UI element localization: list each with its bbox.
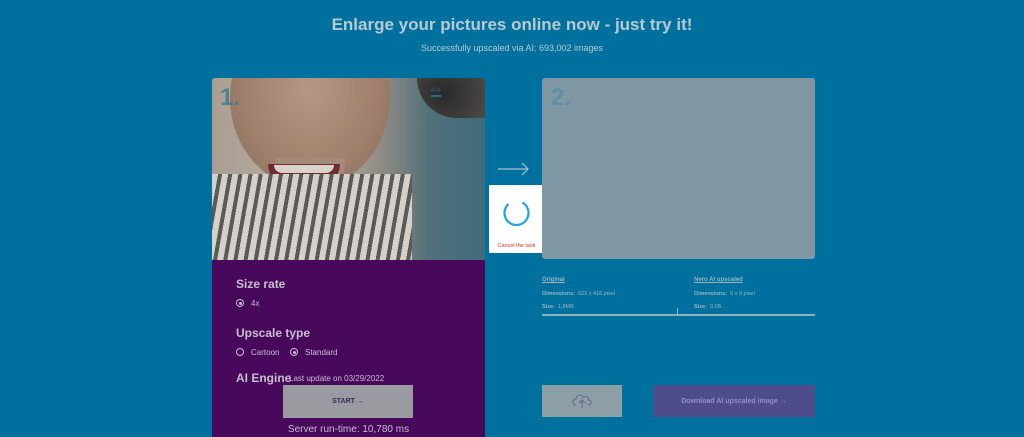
- photo-shirt: [212, 174, 412, 260]
- size-rate-4x-label: 4x: [251, 299, 260, 308]
- upscale-cartoon-label: Cartoon: [251, 348, 280, 357]
- upscaled-size: Size: 0.0B: [694, 304, 722, 310]
- loading-spinner-icon: [503, 199, 530, 227]
- size-rate-label: Size rate: [236, 277, 286, 291]
- comparison-slider-track[interactable]: [542, 314, 815, 316]
- source-photo: 1. 4x4: [212, 78, 485, 260]
- cancel-task-link[interactable]: Cancel the task: [489, 243, 544, 249]
- progress-dialog: Cancel the task: [489, 185, 544, 253]
- ai-engine-label: AI Engine: [236, 371, 292, 385]
- server-runtime: Server run-time: 10,780 ms: [287, 424, 410, 435]
- source-image-card: 1. 4x4 Size rate 4x Upscale type Cartoon…: [212, 78, 485, 437]
- photo-zoom-label[interactable]: 4x4: [431, 88, 441, 97]
- cloud-upload-icon: [572, 394, 592, 408]
- original-dimensions: Dimensions: 629 x 416 pixel: [542, 291, 616, 297]
- upscaled-dimensions: Dimensions: 0 x 0 pixel: [694, 291, 755, 297]
- upscale-counter: Successfully upscaled via AI: 693,002 im…: [420, 43, 604, 53]
- original-info-title: Original: [542, 277, 565, 283]
- original-size: Size: 1,8MB: [542, 304, 574, 310]
- photo-hair: [417, 78, 485, 118]
- step-number-1: 1.: [220, 84, 241, 111]
- start-button[interactable]: START →: [283, 385, 413, 418]
- upscale-cartoon-radio[interactable]: [236, 348, 244, 356]
- ai-engine-update: Last update on 03/29/2022: [289, 374, 385, 383]
- page-headline: Enlarge your pictures online now - just …: [331, 15, 693, 34]
- upload-button[interactable]: [542, 385, 622, 417]
- settings-panel: Size rate 4x Upscale type Cartoon Standa…: [212, 260, 485, 437]
- upscale-type-label: Upscale type: [236, 326, 311, 340]
- result-image-card: 2.: [542, 78, 815, 259]
- arrow-right-icon: [498, 162, 529, 176]
- download-upscaled-button[interactable]: Download AI upscaled image →: [653, 385, 815, 417]
- upscale-standard-label: Standard: [305, 348, 338, 357]
- comparison-slider-handle[interactable]: [677, 308, 678, 316]
- size-rate-4x-radio[interactable]: [236, 299, 244, 307]
- upscale-standard-radio[interactable]: [290, 348, 298, 356]
- upscaled-info-title: Nero AI upscaled: [694, 277, 743, 283]
- step-number-2: 2.: [551, 84, 572, 111]
